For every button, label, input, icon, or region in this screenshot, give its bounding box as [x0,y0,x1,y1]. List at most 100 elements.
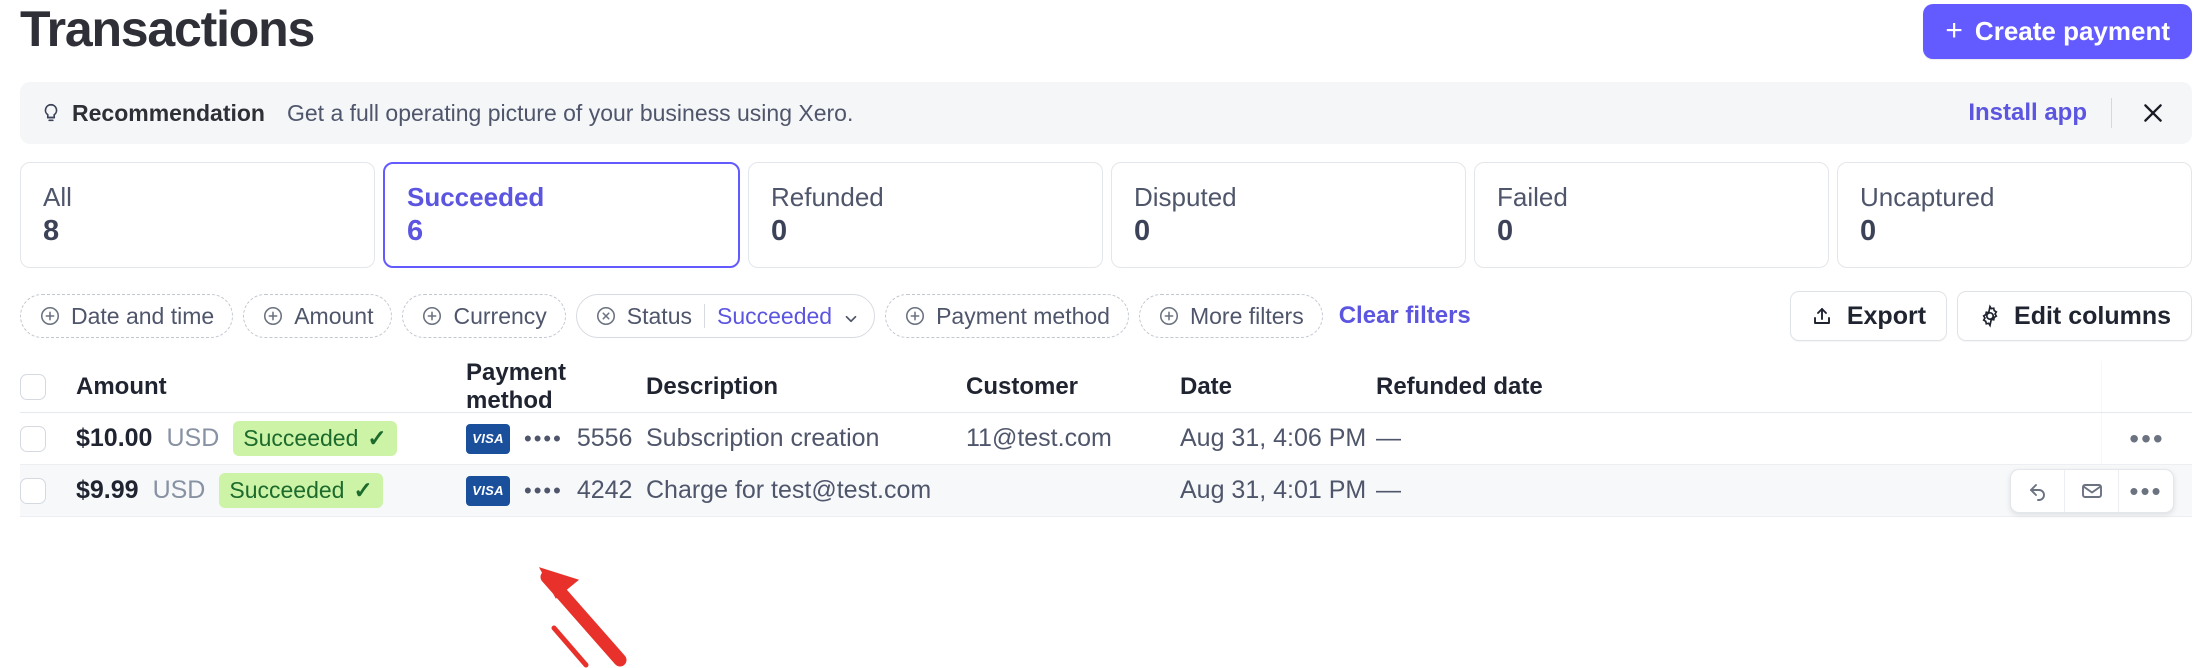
filter-chip-date-and-time[interactable]: Date and time [20,294,233,338]
email-icon[interactable] [2065,470,2119,512]
filter-chip-status[interactable]: Status Succeeded [576,294,875,338]
tab-label: Succeeded [407,184,716,210]
cell-payment-method: VISA •••• 5556 [466,424,646,454]
tab-failed[interactable]: Failed 0 [1474,162,1829,268]
transactions-page: Transactions + Create payment Recommenda… [0,0,2212,668]
install-app-link[interactable]: Install app [1968,99,2087,127]
tab-count: 0 [771,217,1080,246]
tab-label: Refunded [771,184,1080,210]
row-checkbox[interactable] [20,426,46,452]
tab-count: 0 [1497,217,1806,246]
filter-chip-amount[interactable]: Amount [243,294,392,338]
recommendation-left: Recommendation [40,100,265,127]
table-header-row: Amount Payment method Description Custom… [20,361,2192,413]
edit-columns-label: Edit columns [2014,302,2171,331]
amount-currency: USD [166,424,219,453]
column-header-payment-method[interactable]: Payment method [466,359,646,415]
cell-amount: $10.00 USD Succeeded ✓ [76,421,466,456]
filter-chip-label: Amount [294,303,373,330]
row-more-icon[interactable]: ••• [2119,470,2173,512]
tab-count: 8 [43,217,352,246]
filter-chip-more-filters[interactable]: More filters [1139,294,1323,338]
cell-amount: $9.99 USD Succeeded ✓ [76,473,466,508]
cell-refunded-date: — [1376,424,2102,453]
status-badge-label: Succeeded [243,425,358,452]
tab-disputed[interactable]: Disputed 0 [1111,162,1466,268]
cell-customer: 11@test.com [966,424,1180,453]
cell-date: Aug 31, 4:01 PM [1180,476,1376,505]
select-all-checkbox[interactable] [20,374,46,400]
recommendation-text: Get a full operating picture of your bus… [287,100,853,127]
tab-uncaptured[interactable]: Uncaptured 0 [1837,162,2192,268]
filter-chip-label: Status [627,303,692,330]
tab-all[interactable]: All 8 [20,162,375,268]
edit-columns-button[interactable]: Edit columns [1957,291,2192,341]
visa-icon: VISA [466,424,510,454]
filter-chip-label: Payment method [936,303,1110,330]
card-dots: •••• [524,426,563,452]
select-all-cell [20,374,76,400]
table-row[interactable]: $9.99 USD Succeeded ✓ VISA •••• 4242 Cha… [20,465,2192,517]
create-payment-button[interactable]: + Create payment [1923,4,2192,59]
tab-label: Failed [1497,184,1806,210]
tab-label: Disputed [1134,184,1443,210]
row-more-icon[interactable]: ••• [2129,425,2164,453]
row-select-cell [20,426,76,452]
refund-icon[interactable] [2011,470,2065,512]
divider [2111,98,2112,128]
create-payment-label: Create payment [1975,16,2170,47]
amount-currency: USD [153,476,206,505]
filter-bar: Date and time Amount Currency Status Suc… [20,291,2192,341]
cell-description: Charge for test@test.com [646,476,966,505]
clear-filters-button[interactable]: Clear filters [1339,302,1471,330]
gear-icon [1978,304,2002,328]
check-icon: ✓ [353,477,372,504]
tab-count: 6 [407,217,716,246]
plus-circle-icon [39,305,61,327]
row-checkbox[interactable] [20,478,46,504]
filter-chip-currency[interactable]: Currency [402,294,565,338]
row-hover-actions: ••• [2010,469,2174,513]
export-label: Export [1847,302,1926,331]
cell-payment-method: VISA •••• 4242 [466,476,646,506]
card-dots: •••• [524,478,563,504]
chevron-down-icon[interactable] [842,307,860,325]
column-header-amount[interactable]: Amount [76,373,466,401]
transactions-table: Amount Payment method Description Custom… [20,361,2192,517]
status-badge: Succeeded ✓ [233,421,396,456]
page-header: Transactions + Create payment [20,0,2192,59]
card-last4: 5556 [577,424,633,453]
card-last4: 4242 [577,476,633,505]
table-row[interactable]: $10.00 USD Succeeded ✓ VISA •••• 5556 Su… [20,413,2192,465]
plus-circle-icon [1158,305,1180,327]
column-header-description[interactable]: Description [646,373,966,401]
tab-succeeded[interactable]: Succeeded 6 [383,162,740,268]
filter-chip-label: More filters [1190,303,1304,330]
tab-refunded[interactable]: Refunded 0 [748,162,1103,268]
column-header-refunded-date[interactable]: Refunded date [1376,373,2102,401]
tab-label: All [43,184,352,210]
close-icon[interactable] [2136,96,2170,130]
export-button[interactable]: Export [1790,291,1947,341]
page-title: Transactions [20,2,314,57]
tab-count: 0 [1134,217,1443,246]
more-dots: ••• [2129,478,2162,504]
status-badge-label: Succeeded [229,477,344,504]
plus-icon: + [1945,16,1963,46]
amount-value: $10.00 [76,424,152,453]
plus-circle-icon [262,305,284,327]
cell-description: Subscription creation [646,424,966,453]
plus-circle-icon [421,305,443,327]
column-header-customer[interactable]: Customer [966,373,1180,401]
recommendation-label: Recommendation [72,100,265,127]
remove-circle-icon[interactable] [595,305,617,327]
cell-actions: ••• [2102,425,2192,453]
filter-chip-label: Date and time [71,303,214,330]
status-badge: Succeeded ✓ [219,473,382,508]
column-header-date[interactable]: Date [1180,373,1376,401]
amount-value: $9.99 [76,476,139,505]
filter-chip-payment-method[interactable]: Payment method [885,294,1129,338]
filter-chip-label: Currency [453,303,546,330]
recommendation-banner: Recommendation Get a full operating pict… [20,82,2192,144]
row-select-cell [20,478,76,504]
